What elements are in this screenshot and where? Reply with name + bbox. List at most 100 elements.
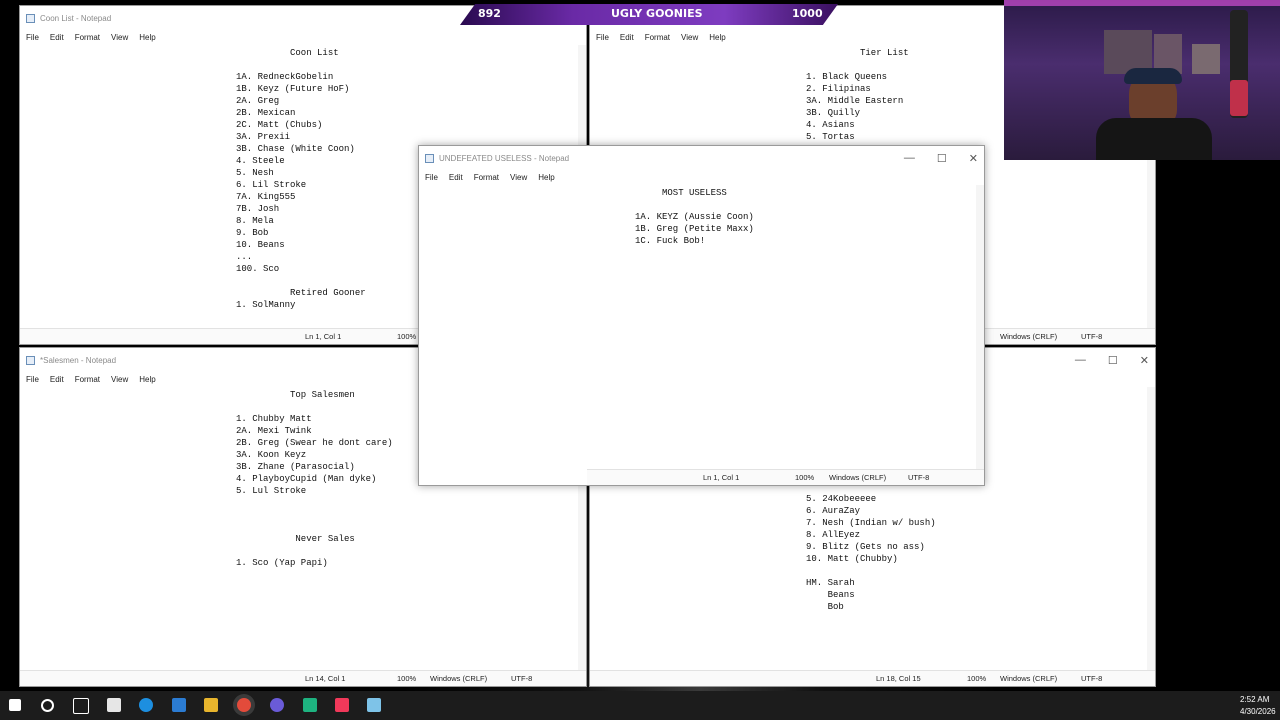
windows-start-icon[interactable] — [9, 699, 21, 711]
text-line: 7B. Josh — [236, 204, 280, 214]
text-line: 3B. Chase (White Coon) — [236, 144, 355, 154]
menu-edit[interactable]: Edit — [50, 375, 64, 384]
text-line: 1. Chubby Matt — [236, 414, 312, 424]
close-icon[interactable]: ✕ — [1140, 354, 1149, 367]
cursor-position: Ln 1, Col 1 — [305, 332, 342, 341]
cursor-position: Ln 1, Col 1 — [703, 473, 740, 482]
text-line: Beans — [806, 590, 855, 600]
zoom-level: 100% — [795, 473, 815, 482]
encoding: UTF-8 — [908, 473, 930, 482]
text-line: 1A. KEYZ (Aussie Coon) — [635, 212, 754, 222]
chrome-icon[interactable] — [237, 698, 251, 712]
menu-help[interactable]: Help — [709, 33, 725, 42]
text-line: ... — [236, 252, 253, 262]
text-line: Never Sales — [236, 534, 355, 544]
text-line: 8. Mela — [236, 216, 274, 226]
webcam-feed — [1004, 0, 1280, 160]
text-editor[interactable]: MOST USELESS 1A. KEYZ (Aussie Coon) 1B. Gr… — [419, 185, 984, 470]
vertical-scrollbar[interactable] — [976, 185, 984, 470]
text-line: 7. Nesh (Indian w/ bush) — [806, 518, 936, 528]
title-bar[interactable]: UNDEFEATED USELESS - Notepad — ☐ ✕ — [419, 146, 984, 170]
close-icon[interactable]: ✕ — [969, 152, 978, 165]
menu-file[interactable]: File — [596, 33, 609, 42]
banner-left-count: 892 — [478, 7, 501, 20]
menu-view[interactable]: View — [510, 173, 527, 182]
zoom-level: 100% — [397, 674, 417, 683]
menu-edit[interactable]: Edit — [449, 173, 463, 182]
text-line: 4. Steele — [236, 156, 285, 166]
text-line: 3A. Prexii — [236, 132, 291, 142]
text-line: 2A. Mexi Twink — [236, 426, 312, 436]
text-line: Retired Gooner — [236, 288, 366, 298]
menu-bar: File Edit Format View Help — [20, 30, 586, 45]
menu-file[interactable]: File — [26, 375, 39, 384]
clock-date[interactable]: 4/30/2026 — [1240, 707, 1276, 716]
zoom-level: 100% — [397, 332, 417, 341]
menu-view[interactable]: View — [111, 33, 128, 42]
notepad-icon[interactable] — [367, 698, 381, 712]
status-bar: Ln 18, Col 15 100% Windows (CRLF) UTF-8 — [590, 670, 1155, 686]
text-line: 3B. Quilly — [806, 108, 861, 118]
menu-help[interactable]: Help — [139, 33, 155, 42]
menu-edit[interactable]: Edit — [50, 33, 64, 42]
menu-help[interactable]: Help — [139, 375, 155, 384]
banner-title: UGLY GOONIES — [611, 7, 703, 20]
maximize-icon[interactable]: ☐ — [1108, 354, 1118, 367]
cursor-position: Ln 18, Col 15 — [876, 674, 921, 683]
search-icon[interactable] — [41, 699, 54, 712]
notepad-icon — [26, 13, 35, 23]
menu-bar: File Edit Format View Help — [419, 170, 984, 185]
menu-format[interactable]: Format — [645, 33, 670, 42]
text-line: 1A. RedneckGobelin — [236, 72, 334, 82]
text-line: 1. Sco (Yap Papi) — [236, 558, 328, 568]
vertical-scrollbar[interactable] — [1147, 387, 1155, 671]
menu-format[interactable]: Format — [75, 375, 100, 384]
spotify-icon[interactable] — [303, 698, 317, 712]
stream-overlay-banner: 892 UGLY GOONIES 1000 — [460, 4, 838, 25]
menu-view[interactable]: View — [111, 375, 128, 384]
text-line: MOST USELESS — [635, 188, 727, 198]
menu-file[interactable]: File — [26, 33, 39, 42]
maximize-icon[interactable]: ☐ — [937, 152, 947, 165]
line-ending: Windows (CRLF) — [1000, 674, 1058, 683]
obs-icon[interactable] — [270, 698, 284, 712]
edge-icon[interactable] — [139, 698, 153, 712]
window-title: Coon List - Notepad — [40, 13, 112, 23]
text-line: 5. Tortas — [806, 132, 855, 142]
menu-format[interactable]: Format — [75, 33, 100, 42]
line-ending: Windows (CRLF) — [430, 674, 488, 683]
window-controls: — ☐ ✕ — [1075, 348, 1149, 372]
text-line: 4. Asians — [806, 120, 855, 130]
cursor-position: Ln 14, Col 1 — [305, 674, 346, 683]
text-line: Bob — [806, 602, 844, 612]
minimize-icon[interactable]: — — [1075, 354, 1086, 366]
notepad-window-undefeated-useless[interactable]: UNDEFEATED USELESS - Notepad — ☐ ✕ File … — [418, 145, 985, 486]
music-icon[interactable] — [335, 698, 349, 712]
notepad-icon — [425, 153, 434, 163]
text-line: 6. AuraZay — [806, 506, 861, 516]
text-line: HM. Sarah — [806, 578, 855, 588]
text-line: Tier List — [806, 48, 909, 58]
minimize-icon[interactable]: — — [904, 152, 915, 164]
task-view-icon[interactable] — [73, 698, 89, 714]
mail-icon[interactable] — [172, 698, 186, 712]
text-line: 6. Lil Stroke — [236, 180, 307, 190]
menu-help[interactable]: Help — [538, 173, 554, 182]
menu-edit[interactable]: Edit — [620, 33, 634, 42]
text-line: 1B. Keyz (Future HoF) — [236, 84, 350, 94]
banner-right-count: 1000 — [792, 7, 823, 20]
text-line: 3A. Middle Eastern — [806, 96, 904, 106]
menu-format[interactable]: Format — [474, 173, 499, 182]
taskbar: 2:52 AM 4/30/2026 — [0, 691, 1280, 720]
text-line: 100. Sco — [236, 264, 280, 274]
menu-file[interactable]: File — [425, 173, 438, 182]
text-line: 7A. King555 — [236, 192, 296, 202]
encoding: UTF-8 — [1081, 332, 1103, 341]
window-title: *Salesmen - Notepad — [40, 355, 117, 365]
menu-view[interactable]: View — [681, 33, 698, 42]
store-icon[interactable] — [107, 698, 121, 712]
text-line: 9. Bob — [236, 228, 269, 238]
clock-time[interactable]: 2:52 AM — [1240, 695, 1269, 704]
text-line: 5. Lul Stroke — [236, 486, 307, 496]
file-explorer-icon[interactable] — [204, 698, 218, 712]
